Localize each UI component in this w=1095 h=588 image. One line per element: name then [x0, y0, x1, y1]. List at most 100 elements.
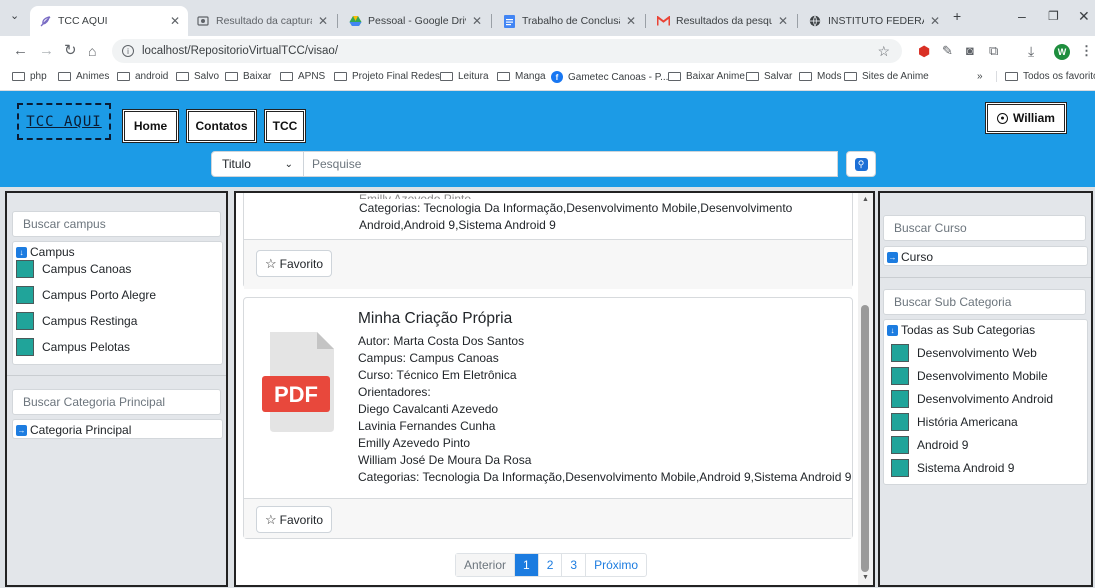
favorite-button[interactable]: ☆ Favorito	[256, 250, 333, 277]
bookmark-salvo[interactable]: Salvo	[176, 71, 219, 82]
subcategory-option[interactable]: Desenvolvimento Mobile	[891, 367, 1048, 385]
site-header: TCC AQUI Home Contatos TCC ● William Tit…	[0, 91, 1095, 187]
forward-arrow-icon[interactable]: →	[39, 42, 54, 60]
tab-gmail[interactable]: Resultados da pesquisa - v ✕	[648, 6, 796, 36]
checkbox[interactable]	[891, 344, 909, 362]
close-icon[interactable]: ✕	[930, 14, 940, 28]
bookmark-gametec[interactable]: f Gametec Canoas - P...	[551, 71, 668, 83]
bookmark-baixar-anime[interactable]: Baixar Anime	[668, 71, 745, 82]
subcategory-option[interactable]: Desenvolvimento Android	[891, 390, 1053, 408]
checkbox[interactable]	[16, 260, 34, 278]
subcategory-option[interactable]: Desenvolvimento Web	[891, 344, 1037, 362]
favorite-button[interactable]: ☆ Favorito	[256, 506, 333, 533]
back-arrow-icon[interactable]: ←	[13, 42, 28, 60]
tab-tcc-aqui[interactable]: TCC AQUI ✕	[30, 6, 188, 36]
category-search-input[interactable]: Buscar Categoria Principal	[12, 389, 221, 415]
course-header[interactable]: → Curso	[887, 250, 933, 264]
bookmark-star-icon[interactable]: ☆	[877, 43, 890, 60]
bookmark-android[interactable]: android	[117, 71, 168, 82]
close-icon[interactable]: ✕	[778, 14, 788, 28]
checkbox[interactable]	[891, 459, 909, 477]
campus-option[interactable]: Campus Restinga	[16, 312, 137, 330]
pagination-page-1[interactable]: 1	[515, 554, 539, 576]
pagination-prev[interactable]: Anterior	[456, 554, 516, 576]
shield-extension-icon[interactable]: ⬢	[918, 44, 930, 58]
nav-tcc-button[interactable]: TCC	[264, 109, 306, 143]
pdf-thumbnail-icon[interactable]: PDF	[262, 332, 342, 432]
pagination-next[interactable]: Próximo	[586, 554, 646, 576]
bookmark-php[interactable]: php	[12, 71, 47, 82]
search-field-select[interactable]: Titulo ⌄	[211, 151, 304, 177]
bookmark-manga[interactable]: Manga	[497, 71, 546, 82]
extensions-puzzle-icon[interactable]: ⧉	[989, 44, 998, 58]
bookmark-projeto-final[interactable]: Projeto Final Redes	[334, 71, 440, 82]
reload-icon[interactable]: ↻	[64, 42, 77, 60]
bookmark-animes[interactable]: Animes	[58, 71, 109, 82]
close-icon[interactable]: ✕	[318, 14, 328, 28]
bookmark-baixar[interactable]: Baixar	[225, 71, 271, 82]
tab-label: TCC AQUI	[58, 15, 108, 27]
subcategory-option[interactable]: Android 9	[891, 436, 968, 454]
bookmark-salvar[interactable]: Salvar	[746, 71, 792, 82]
bookmark-apns[interactable]: APNS	[280, 71, 325, 82]
campus-header[interactable]: ↓ Campus	[16, 245, 75, 259]
tab-search-icon[interactable]: ⌄	[10, 9, 19, 22]
campus-search-input[interactable]: Buscar campus	[12, 211, 221, 237]
subcategory-option[interactable]: História Americana	[891, 413, 1018, 431]
checkbox[interactable]	[16, 286, 34, 304]
nav-home-button[interactable]: Home	[122, 109, 179, 143]
campus-option[interactable]: Campus Pelotas	[16, 338, 130, 356]
window-close-icon[interactable]: ✕	[1078, 8, 1090, 25]
close-icon[interactable]: ✕	[626, 14, 636, 28]
result-title[interactable]: Minha Criação Própria	[358, 310, 512, 328]
user-button[interactable]: ● William	[985, 102, 1067, 134]
maximize-icon[interactable]: ❐	[1048, 9, 1059, 23]
nav-contatos-button[interactable]: Contatos	[186, 109, 257, 143]
subcategory-option[interactable]: Sistema Android 9	[891, 459, 1014, 477]
site-info-icon[interactable]: i	[122, 45, 134, 57]
checkbox[interactable]	[16, 338, 34, 356]
checkbox[interactable]	[891, 367, 909, 385]
search-input[interactable]: Pesquise	[304, 151, 838, 177]
tab-resultado[interactable]: Resultado da captura de te ✕	[188, 6, 336, 36]
minimize-icon[interactable]: –	[1018, 8, 1026, 24]
camera-extension-icon[interactable]: ◙	[966, 44, 974, 58]
bookmark-leitura[interactable]: Leitura	[440, 71, 489, 82]
bookmark-sites-anime[interactable]: Sites de Anime	[844, 71, 929, 82]
scrollbar-thumb[interactable]	[861, 305, 869, 572]
checkbox[interactable]	[16, 312, 34, 330]
all-bookmarks[interactable]: Todos os favoritos	[996, 71, 1095, 82]
new-tab-button[interactable]: +	[953, 8, 961, 24]
tab-google-drive[interactable]: Pessoal - Google Drive ✕	[340, 6, 490, 36]
site-logo[interactable]: TCC AQUI	[17, 103, 111, 140]
close-icon[interactable]: ✕	[472, 14, 482, 28]
address-bar[interactable]: i localhost/RepositorioVirtualTCC/visao/…	[112, 39, 902, 63]
checkbox[interactable]	[891, 436, 909, 454]
bookmarks-overflow-button[interactable]: »	[977, 71, 983, 82]
download-icon[interactable]: ⤓	[1028, 44, 1034, 58]
subcategory-header[interactable]: ↓ Todas as Sub Categorias	[887, 323, 1035, 337]
scroll-down-arrow-icon[interactable]: ▼	[862, 574, 869, 581]
pagination-page-3[interactable]: 3	[562, 554, 587, 576]
campus-option[interactable]: Campus Canoas	[16, 260, 131, 278]
checkbox[interactable]	[891, 413, 909, 431]
tab-trabalho-conclusao[interactable]: Trabalho de Conclusão de ✕	[494, 6, 644, 36]
checkbox[interactable]	[891, 390, 909, 408]
bookmark-mods[interactable]: Mods	[799, 71, 841, 82]
profile-avatar[interactable]: W	[1054, 44, 1070, 60]
results-scrollbar[interactable]: ▲ ▼	[858, 193, 873, 585]
search-button[interactable]: ⚲	[846, 151, 876, 177]
menu-kebab-icon[interactable]: ⋮	[1080, 44, 1093, 58]
bookmark-label: Leitura	[458, 71, 489, 82]
home-icon[interactable]: ⌂	[88, 42, 96, 60]
category-header[interactable]: → Categoria Principal	[16, 423, 131, 437]
favorite-label: Favorito	[279, 256, 324, 271]
campus-option[interactable]: Campus Porto Alegre	[16, 286, 156, 304]
pagination-page-2[interactable]: 2	[539, 554, 563, 576]
scroll-up-arrow-icon[interactable]: ▲	[862, 196, 869, 203]
tab-instituto-federal[interactable]: INSTITUTO FEDERAL DO R ✕	[800, 6, 948, 36]
course-search-input[interactable]: Buscar Curso	[883, 215, 1086, 241]
subcategory-search-input[interactable]: Buscar Sub Categoria	[883, 289, 1086, 315]
pen-extension-icon[interactable]: ✎	[942, 44, 953, 58]
close-icon[interactable]: ✕	[170, 14, 180, 28]
